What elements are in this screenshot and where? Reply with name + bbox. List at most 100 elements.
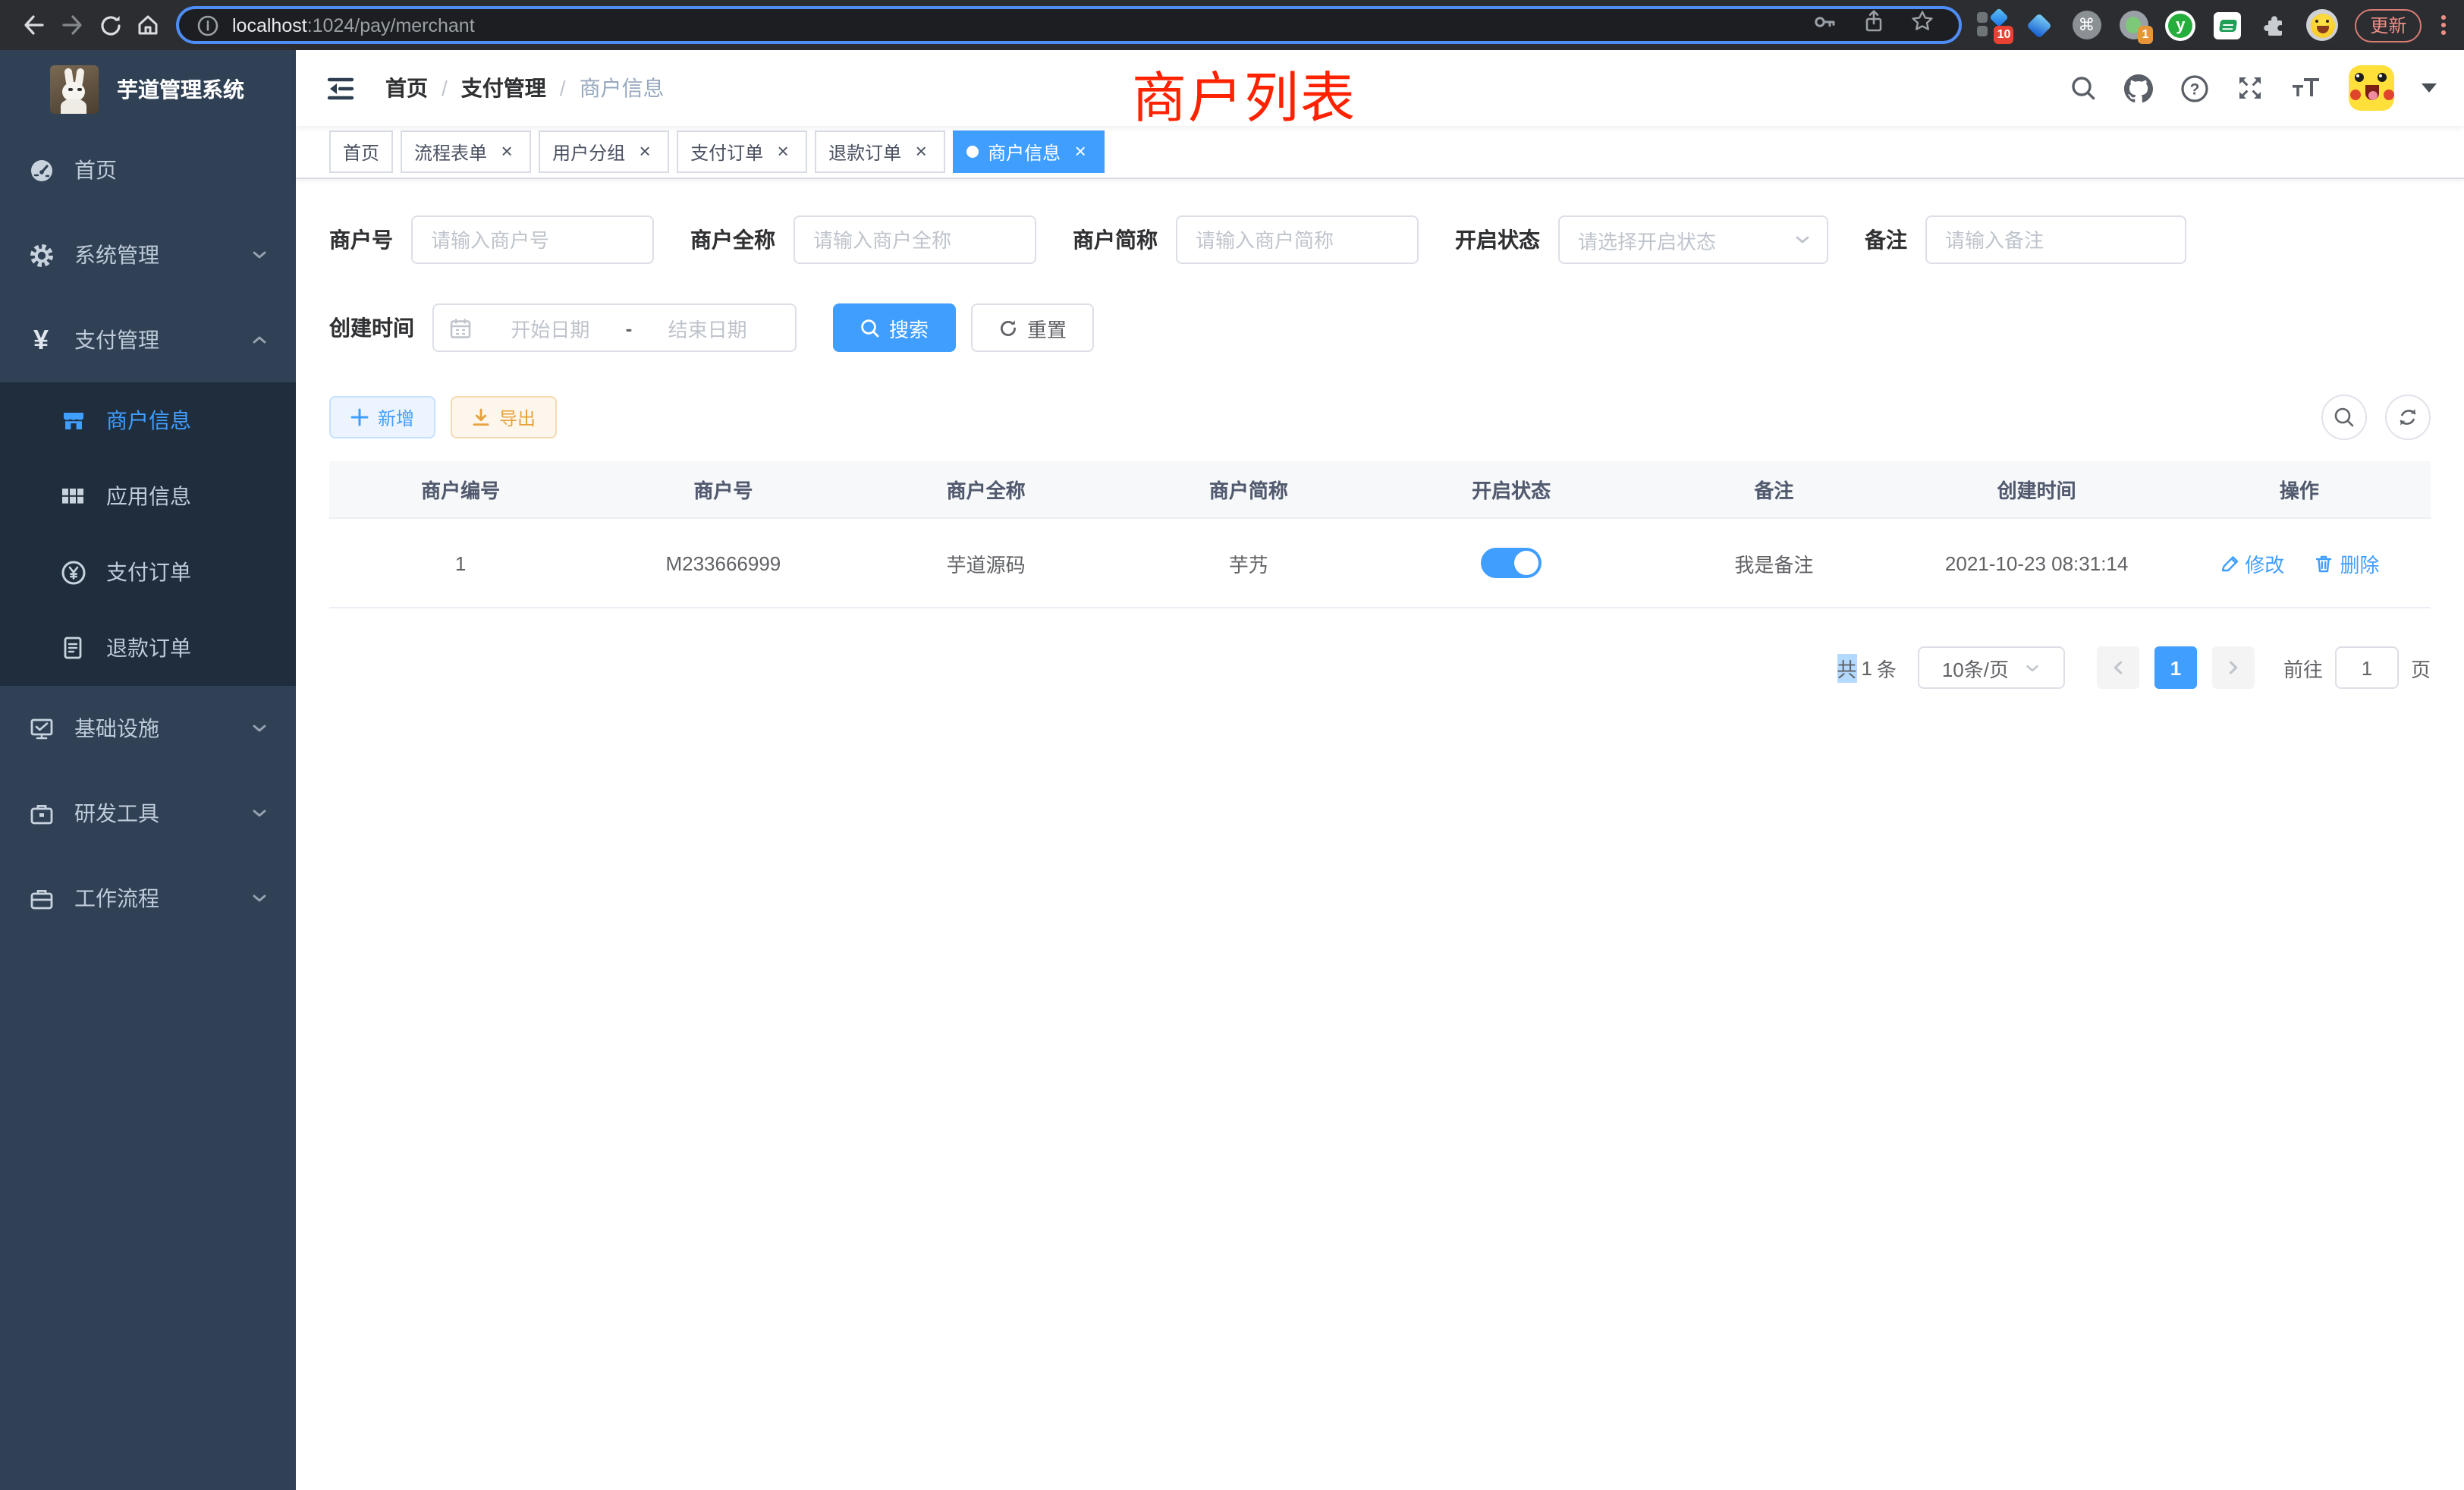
app-logo[interactable]: 芋道管理系统 [0,50,296,127]
sidebar-item-workflow[interactable]: 工作流程 [0,856,296,941]
user-avatar[interactable] [2349,65,2394,111]
merchant-name-input[interactable] [794,215,1036,264]
browser-back-button[interactable] [15,6,53,44]
address-bar[interactable]: localhost:1024/pay/merchant [176,6,1962,44]
reset-button[interactable]: 重置 [971,303,1094,352]
extension-command-icon[interactable]: ⌘ [2071,8,2101,42]
merchant-no-input[interactable] [411,215,654,264]
toggle-search-button[interactable] [2321,395,2367,440]
remark-input[interactable] [1925,215,2186,264]
close-icon[interactable]: × [1070,141,1091,162]
prev-page-button[interactable] [2097,646,2139,689]
logo-image [50,64,99,113]
tab-process-form[interactable]: 流程表单 × [401,130,531,173]
cell-actions: 修改 删除 [2168,518,2431,608]
extension-camera-icon[interactable]: 1 [2118,8,2148,42]
refresh-table-button[interactable] [2385,395,2431,440]
tab-home[interactable]: 首页 [329,130,393,173]
avatar-dropdown-caret[interactable] [2422,83,2437,93]
header-search-icon[interactable] [2070,74,2097,102]
svg-text:?: ? [2190,80,2200,97]
next-page-button[interactable] [2212,646,2255,689]
toolbox-icon [27,800,55,826]
chevron-down-icon [250,889,269,907]
col-remark: 备注 [1642,461,1905,518]
plus-icon [350,408,369,426]
cell-full-name: 芋道源码 [855,518,1117,608]
bookmark-star-icon[interactable] [1910,9,1934,41]
url-host: localhost [232,14,307,36]
github-icon[interactable] [2124,74,2153,102]
add-button[interactable]: 新增 [329,396,435,439]
table-header-row: 商户编号 商户号 商户全称 商户简称 开启状态 备注 创建时间 操作 [329,461,2431,518]
col-actions: 操作 [2168,461,2431,518]
chevron-down-icon [2024,659,2041,676]
col-create-time: 创建时间 [1906,461,2168,518]
refresh-icon [998,318,1018,338]
tab-pay-order[interactable]: 支付订单 × [677,130,807,173]
sidebar: 芋道管理系统 首页 系统管理 ¥ 支付管理 [0,50,296,1490]
breadcrumb-current: 商户信息 [580,73,665,103]
extension-badge: 10 [1994,25,2014,43]
browser-forward-button[interactable] [53,6,91,44]
tab-refund-order[interactable]: 退款订单 × [815,130,945,173]
col-merchant-id: 商户编号 [329,461,592,518]
page-info-icon[interactable] [197,14,218,36]
search-button[interactable]: 搜索 [833,303,956,352]
font-size-icon[interactable] [2291,74,2321,102]
jump-page-input[interactable] [2335,646,2399,689]
sidebar-item-merchant-info[interactable]: 商户信息 [0,382,296,458]
merchant-table: 商户编号 商户号 商户全称 商户简称 开启状态 备注 创建时间 操作 1 [329,461,2431,608]
sidebar-item-app-info[interactable]: 应用信息 [0,458,296,534]
edit-link[interactable]: 修改 [2219,549,2284,577]
cell-status [1380,518,1642,608]
col-merchant-no: 商户号 [592,461,854,518]
extensions-puzzle-icon[interactable] [2259,8,2290,42]
chevron-down-icon [250,246,269,264]
status-select[interactable]: 请选择开启状态 [1558,215,1828,264]
table-row: 1 M233666999 芋道源码 芋艿 我是备注 2021-10-23 08:… [329,518,2431,608]
sidebar-item-infrastructure[interactable]: 基础设施 [0,686,296,771]
sidebar-item-payment[interactable]: ¥ 支付管理 [0,297,296,382]
breadcrumb-home[interactable]: 首页 [385,73,428,103]
breadcrumb-payment[interactable]: 支付管理 [461,73,546,103]
create-time-range-picker[interactable]: 开始日期 - 结束日期 [432,303,797,352]
tab-merchant-info[interactable]: 商户信息 × [953,130,1105,173]
screen: localhost:1024/pay/merchant 10 [0,0,2464,1490]
delete-link[interactable]: 删除 [2315,549,2380,577]
share-icon[interactable] [1862,9,1886,41]
merchant-short-input[interactable] [1176,215,1419,264]
close-icon[interactable]: × [496,141,517,162]
close-icon[interactable]: × [772,141,794,162]
export-button[interactable]: 导出 [451,396,557,439]
browser-update-button[interactable]: 更新 [2355,8,2422,42]
tab-user-group[interactable]: 用户分组 × [539,130,669,173]
sidebar-collapse-icon[interactable] [311,74,370,102]
extension-chat-icon[interactable] [2212,8,2242,42]
sidebar-item-home[interactable]: 首页 [0,127,296,212]
browser-home-button[interactable] [129,6,167,44]
password-key-icon[interactable] [1812,8,1837,42]
help-icon[interactable]: ? [2180,74,2209,102]
fullscreen-icon[interactable] [2236,74,2264,102]
merchant-short-label: 商户简称 [1073,225,1158,255]
sidebar-item-pay-order[interactable]: 支付订单 [0,534,296,610]
browser-menu-icon[interactable] [2438,15,2449,36]
status-toggle[interactable] [1481,548,1542,578]
close-icon[interactable]: × [634,141,655,162]
document-icon [59,636,86,660]
extension-yudao-icon[interactable]: y [2165,8,2195,42]
page-size-select[interactable]: 10条/页 [1918,646,2065,689]
sidebar-item-refund-order[interactable]: 退款订单 [0,610,296,686]
browser-toolbar: localhost:1024/pay/merchant 10 [0,0,2464,50]
extension-tiles-icon[interactable]: 10 [1977,8,2007,42]
sidebar-item-system[interactable]: 系统管理 [0,212,296,297]
pagination-total: 共1条 [1837,653,1897,682]
page-1-button[interactable]: 1 [2154,646,2197,689]
extension-diamond-icon[interactable] [2024,8,2054,42]
close-icon[interactable]: × [910,141,932,162]
chevron-down-icon [250,804,269,822]
sidebar-item-dev-tools[interactable]: 研发工具 [0,771,296,856]
browser-profile-avatar[interactable] [2306,9,2338,41]
browser-reload-button[interactable] [91,6,129,44]
